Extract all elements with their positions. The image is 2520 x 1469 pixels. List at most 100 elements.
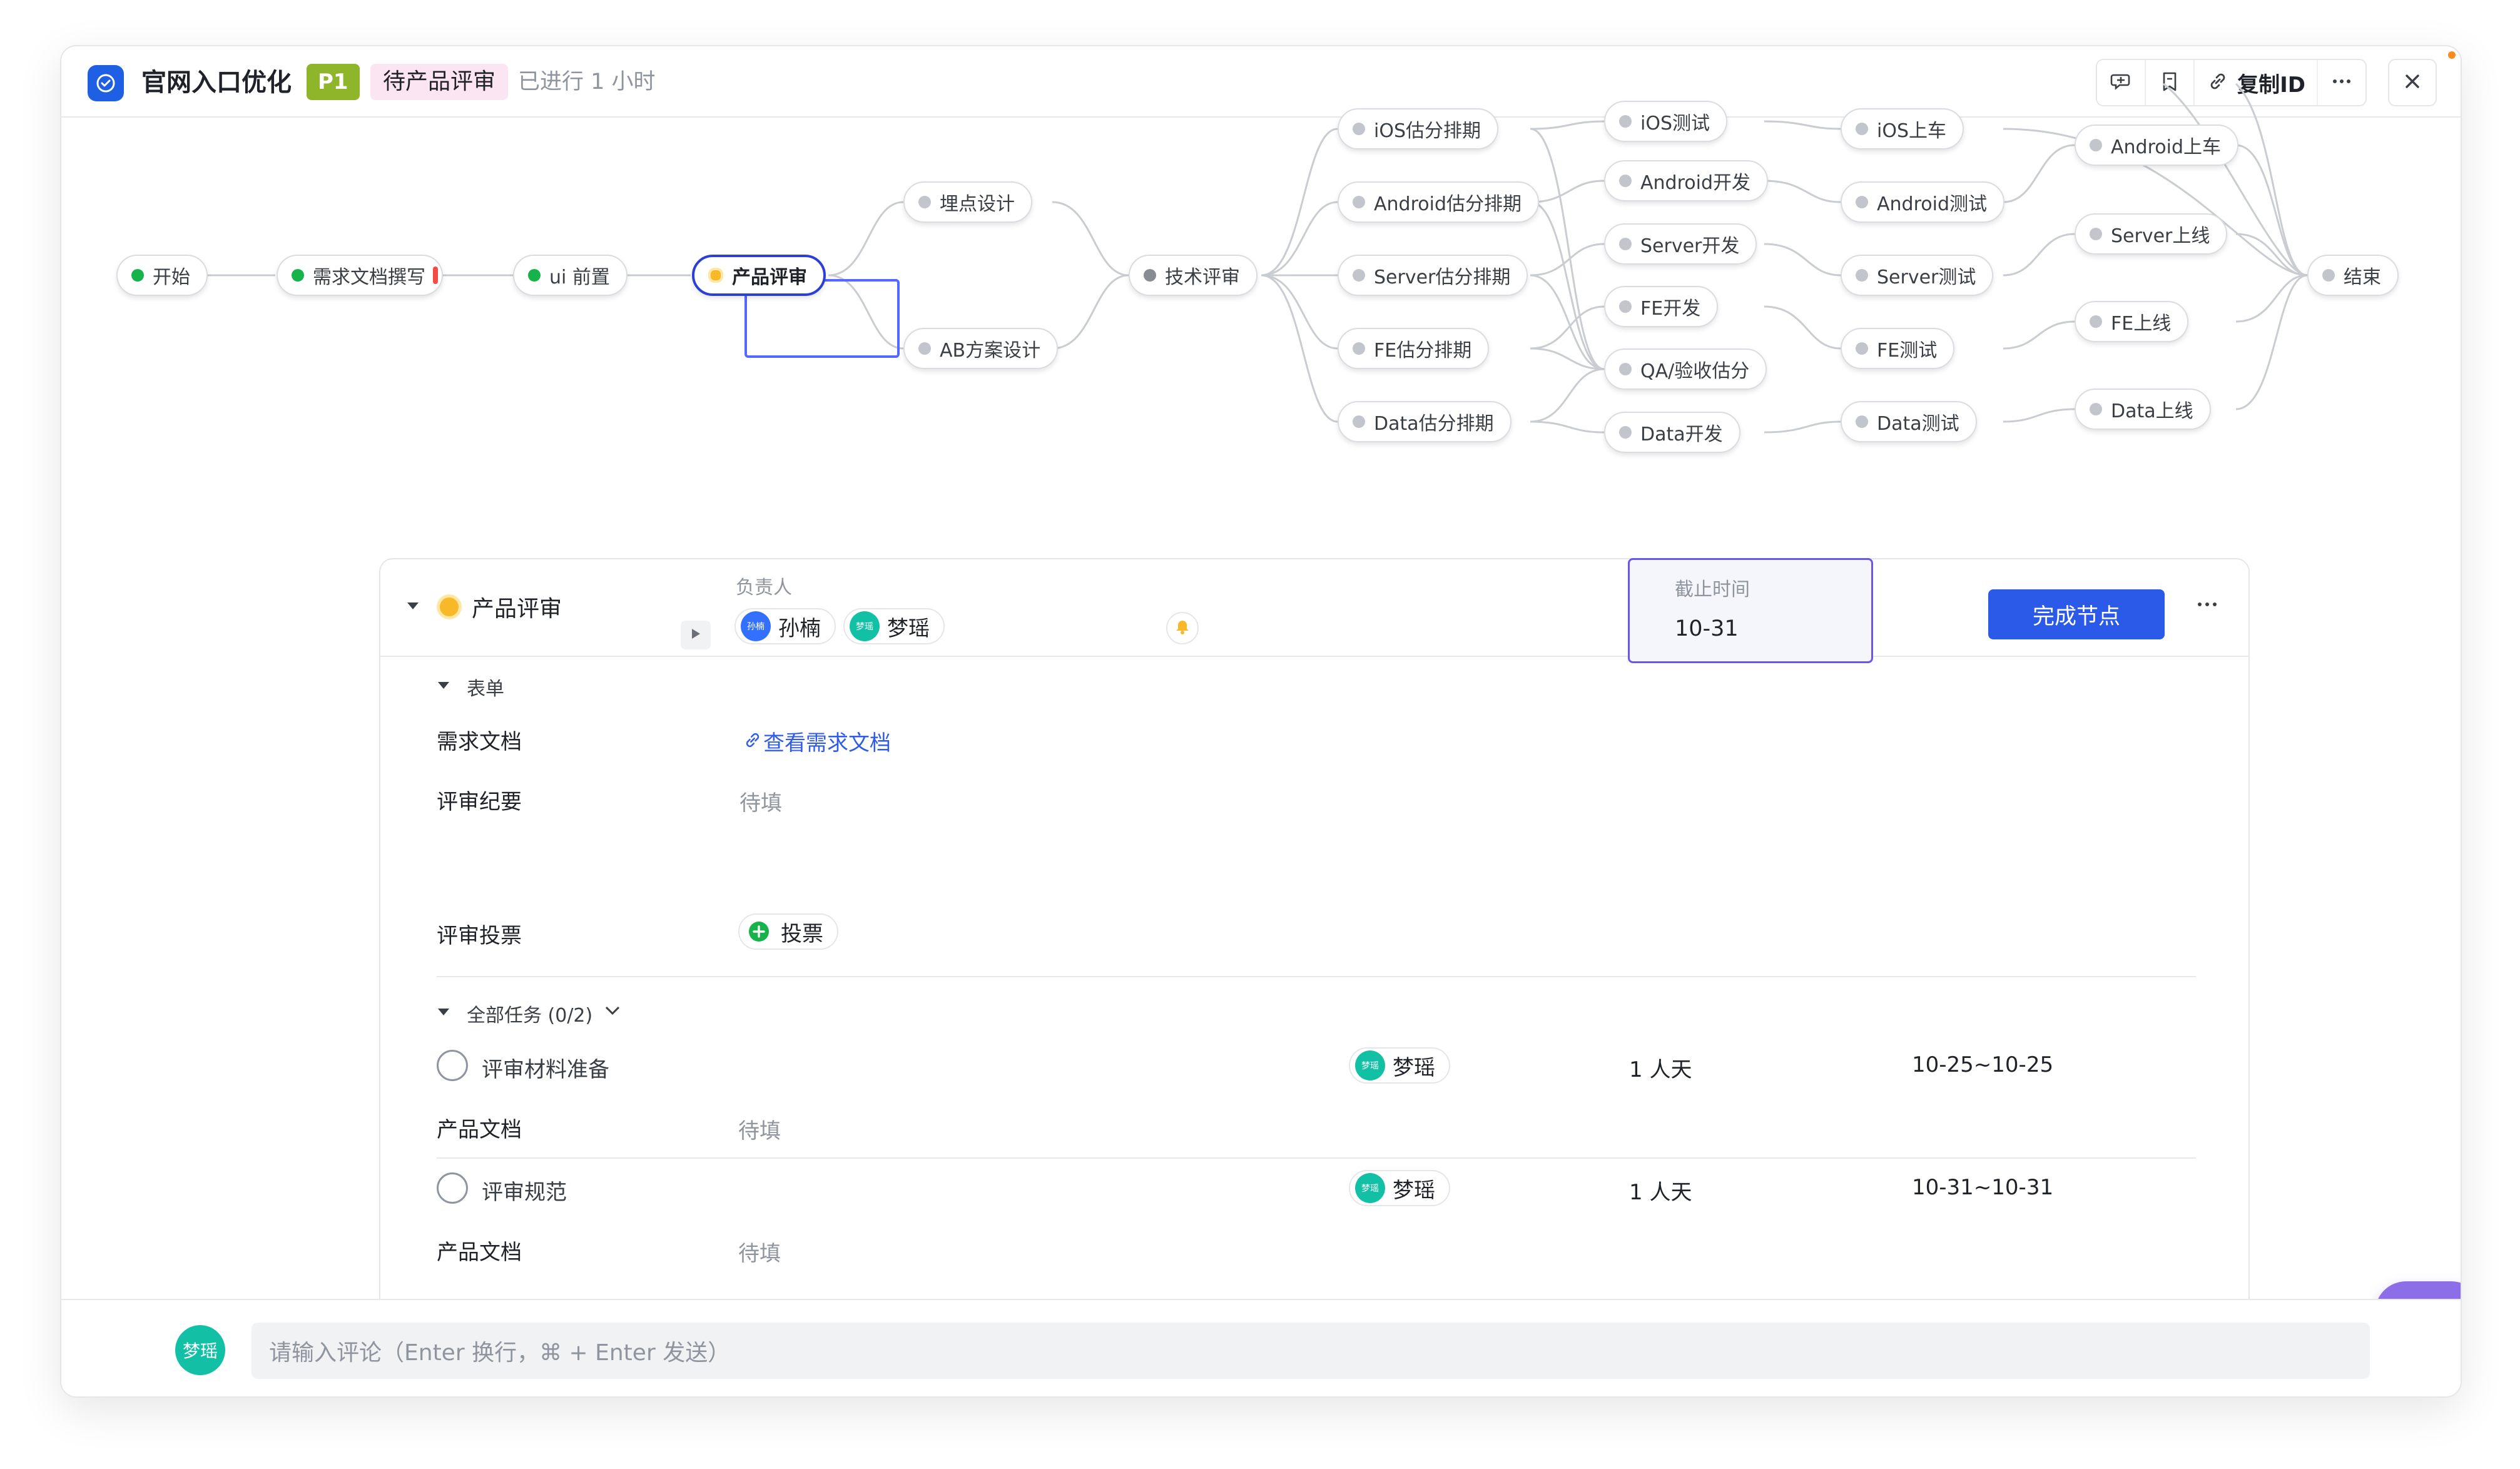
status-dot (918, 342, 931, 355)
node-fe-test[interactable]: FE测试 (1841, 328, 1955, 369)
avatar: 孙楠 (741, 611, 771, 641)
node-label: Android上车 (2111, 136, 2221, 158)
req-doc-label: 需求文档 (437, 729, 522, 755)
tasks-caret-icon[interactable] (437, 1005, 450, 1021)
owner-name: 梦瑶 (887, 616, 930, 641)
task-assignee-chip[interactable]: 梦瑶 梦瑶 (1349, 1047, 1450, 1084)
bell-icon (1174, 618, 1191, 638)
node-product-review[interactable]: 产品评审 (692, 255, 826, 296)
node-server-dev[interactable]: Server开发 (1604, 223, 1757, 265)
node-server-test[interactable]: Server测试 (1841, 255, 1994, 296)
vote-button[interactable]: 投票 (738, 913, 838, 950)
node-android-dev[interactable]: Android开发 (1604, 160, 1768, 201)
task-doc-label: 产品文档 (437, 1240, 522, 1265)
owner-chip-2[interactable]: 梦瑶 梦瑶 (843, 608, 945, 644)
status-dot (1856, 415, 1868, 428)
form-caret-icon[interactable] (437, 678, 450, 694)
node-label: FE测试 (1877, 340, 1938, 362)
status-dot (1144, 269, 1156, 282)
node-android-test[interactable]: Android测试 (1841, 181, 2004, 223)
expand-arrow-button[interactable] (681, 621, 711, 649)
node-ui-pre[interactable]: ui 前置 (513, 255, 627, 296)
node-start[interactable]: 开始 (116, 255, 208, 296)
status-dot (708, 268, 723, 283)
status-dot (2090, 228, 2102, 240)
tasks-header[interactable]: 全部任务 (0/2) (467, 1000, 592, 1027)
node-data-dev[interactable]: Data开发 (1604, 412, 1740, 453)
node-tech-review[interactable]: 技术评审 (1129, 255, 1257, 296)
node-label: Server估分排期 (1374, 267, 1511, 288)
node-label: Server开发 (1640, 235, 1740, 257)
remind-button[interactable] (1166, 612, 1199, 644)
status-dot (1619, 238, 1632, 250)
play-arrow-icon (690, 628, 701, 643)
task-effort[interactable]: 1 人天 (1629, 1052, 1692, 1083)
node-ios-est[interactable]: iOS估分排期 (1338, 108, 1498, 150)
node-label: Android估分排期 (1374, 193, 1522, 215)
vote-label: 评审投票 (437, 923, 522, 948)
task-doc-value[interactable]: 待填 (738, 1114, 781, 1144)
node-label: 技术评审 (1165, 267, 1240, 288)
chevron-down-icon[interactable] (603, 1002, 622, 1021)
node-android-est[interactable]: Android估分排期 (1338, 181, 1539, 223)
node-server-est[interactable]: Server估分排期 (1338, 255, 1528, 296)
node-label: Data估分排期 (1374, 413, 1494, 435)
warning-marker (433, 267, 438, 284)
node-label: Data上线 (2111, 400, 2193, 422)
comment-input[interactable]: 请输入评论（Enter 换行，⌘ + Enter 发送） (251, 1323, 2370, 1379)
node-tracking[interactable]: 埋点设计 (903, 181, 1032, 223)
node-ios-launch[interactable]: iOS上车 (1841, 108, 1964, 150)
node-label: iOS测试 (1640, 113, 1710, 135)
task-doc-value[interactable]: 待填 (738, 1236, 781, 1267)
task-assignee-chip[interactable]: 梦瑶 梦瑶 (1349, 1170, 1450, 1206)
node-data-est[interactable]: Data估分排期 (1338, 401, 1511, 442)
card-more-button[interactable] (2195, 598, 2220, 613)
node-label: Android测试 (1877, 193, 1987, 215)
node-server-online[interactable]: Server上线 (2075, 213, 2228, 255)
node-fe-est[interactable]: FE估分排期 (1338, 328, 1490, 369)
task-checkbox[interactable] (437, 1172, 468, 1204)
node-label: FE估分排期 (1374, 340, 1472, 362)
status-dot (2090, 315, 2102, 328)
status-dot (1619, 363, 1632, 375)
owner-chip-1[interactable]: 孙楠 孙楠 (734, 608, 836, 644)
node-label: 需求文档撰写 (313, 267, 425, 288)
node-label: QA/验收估分 (1640, 360, 1750, 382)
task-name[interactable]: 评审规范 (482, 1175, 567, 1206)
task-checkbox[interactable] (437, 1050, 468, 1081)
node-label: 开始 (153, 267, 190, 288)
node-end[interactable]: 结束 (2307, 255, 2399, 296)
node-label: iOS上车 (1877, 120, 1946, 142)
status-dot (1856, 196, 1868, 208)
minutes-value[interactable]: 待填 (739, 786, 782, 816)
node-qa-est[interactable]: QA/验收估分 (1604, 348, 1767, 390)
divider (437, 976, 2196, 977)
node-ios-test-top[interactable]: iOS测试 (1604, 101, 1727, 142)
node-ab[interactable]: AB方案设计 (903, 328, 1059, 369)
task-doc-label: 产品文档 (437, 1117, 522, 1142)
node-data-online[interactable]: Data上线 (2075, 389, 2211, 430)
node-fe-dev[interactable]: FE开发 (1604, 286, 1719, 327)
task-date-range[interactable]: 10-31~10-31 (1912, 1175, 2053, 1200)
card-node-name: 产品评审 (472, 596, 562, 622)
status-dot (1619, 115, 1632, 128)
plus-circle-icon (748, 921, 770, 942)
node-fe-online[interactable]: FE上线 (2075, 301, 2189, 342)
node-label: 产品评审 (732, 267, 807, 288)
task-name[interactable]: 评审材料准备 (482, 1052, 609, 1083)
avatar: 梦瑶 (175, 1325, 225, 1375)
node-label: Server测试 (1877, 267, 1976, 288)
task-effort[interactable]: 1 人天 (1629, 1175, 1692, 1206)
link-icon (742, 729, 763, 753)
node-label: 结束 (2344, 267, 2381, 288)
owner-name: 孙楠 (778, 616, 821, 641)
node-detail-card: 产品评审 负责人 孙楠 孙楠 梦瑶 梦瑶 截止时间 10-31 完成节点 表单 … (379, 558, 2250, 1340)
finish-node-button[interactable]: 完成节点 (1988, 589, 2165, 639)
deadline-field[interactable]: 截止时间 10-31 (1628, 558, 1873, 663)
node-data-test[interactable]: Data测试 (1841, 401, 1977, 442)
node-android-online[interactable]: Android上车 (2075, 125, 2238, 166)
task-date-range[interactable]: 10-25~10-25 (1912, 1052, 2053, 1077)
collapse-caret-icon[interactable] (405, 598, 420, 616)
req-doc-link[interactable]: 查看需求文档 (742, 726, 891, 756)
node-req-doc[interactable]: 需求文档撰写 (277, 255, 443, 296)
